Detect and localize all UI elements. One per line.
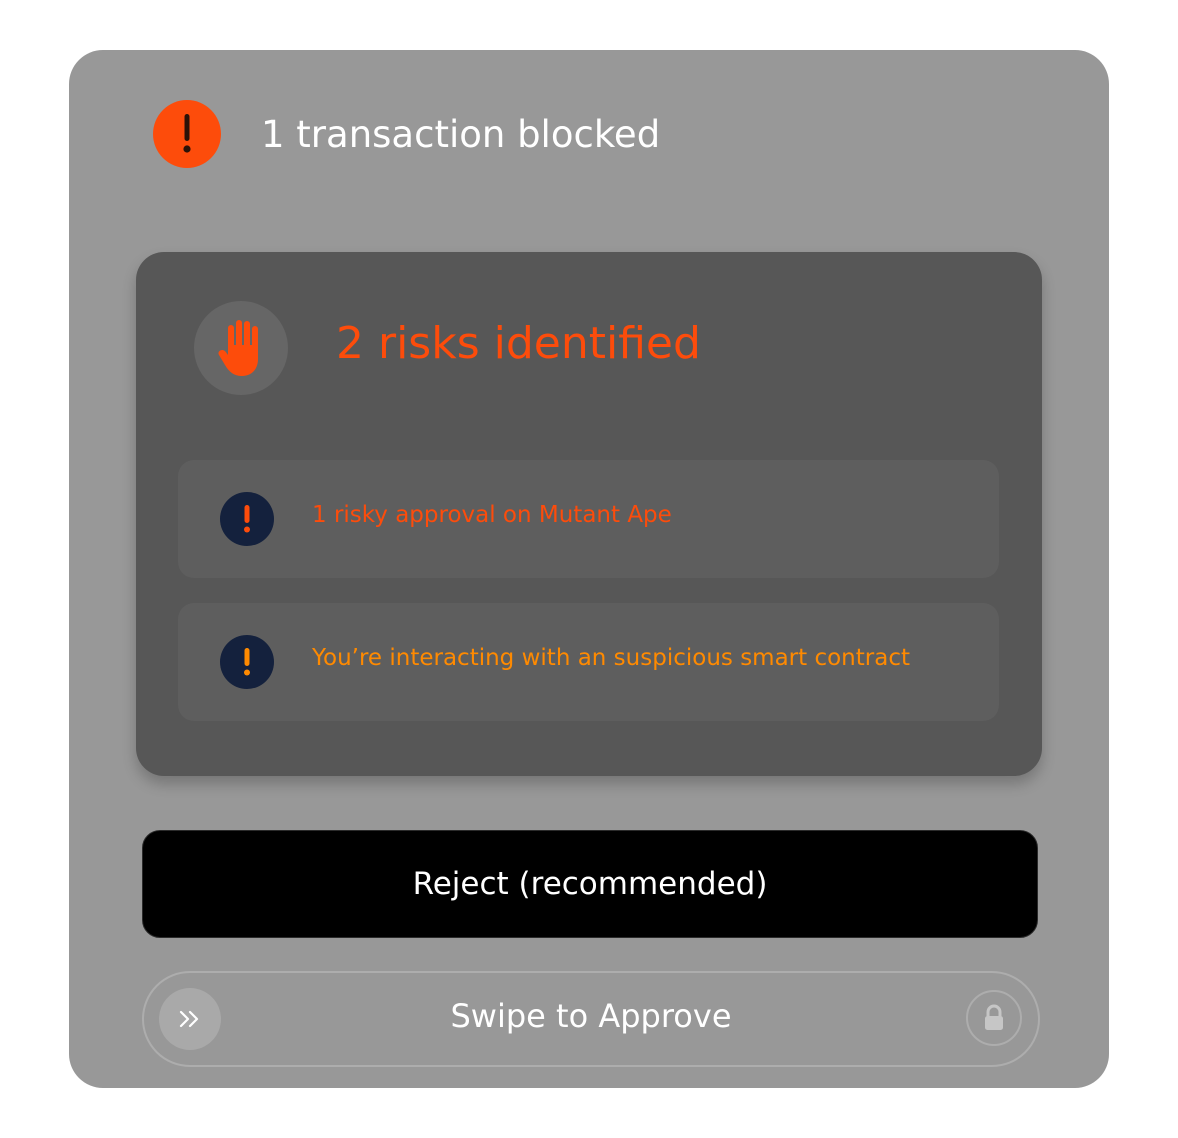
transaction-blocked-modal: 1 transaction blocked 2 risks identified [69, 50, 1109, 1088]
risk-item[interactable]: You’re interacting with an suspicious sm… [178, 603, 999, 721]
swipe-label: Swipe to Approve [450, 997, 732, 1035]
risk-item-text: You’re interacting with an suspicious sm… [312, 645, 910, 671]
exclamation-icon [220, 635, 274, 689]
risk-summary-card: 2 risks identified 1 risky approval on M… [136, 252, 1042, 776]
exclamation-icon [153, 100, 221, 168]
modal-header: 1 transaction blocked [153, 100, 660, 168]
page-title: 1 transaction blocked [261, 112, 661, 156]
lock-icon [966, 990, 1022, 1046]
exclamation-icon [220, 492, 274, 546]
risk-count-title: 2 risks identified [336, 318, 701, 369]
reject-button[interactable]: Reject (recommended) [142, 830, 1038, 938]
swipe-to-approve-slider[interactable]: Swipe to Approve [142, 971, 1040, 1067]
hand-stop-icon [194, 301, 288, 395]
risk-item[interactable]: 1 risky approval on Mutant Ape [178, 460, 999, 578]
risk-item-text: 1 risky approval on Mutant Ape [312, 502, 672, 528]
